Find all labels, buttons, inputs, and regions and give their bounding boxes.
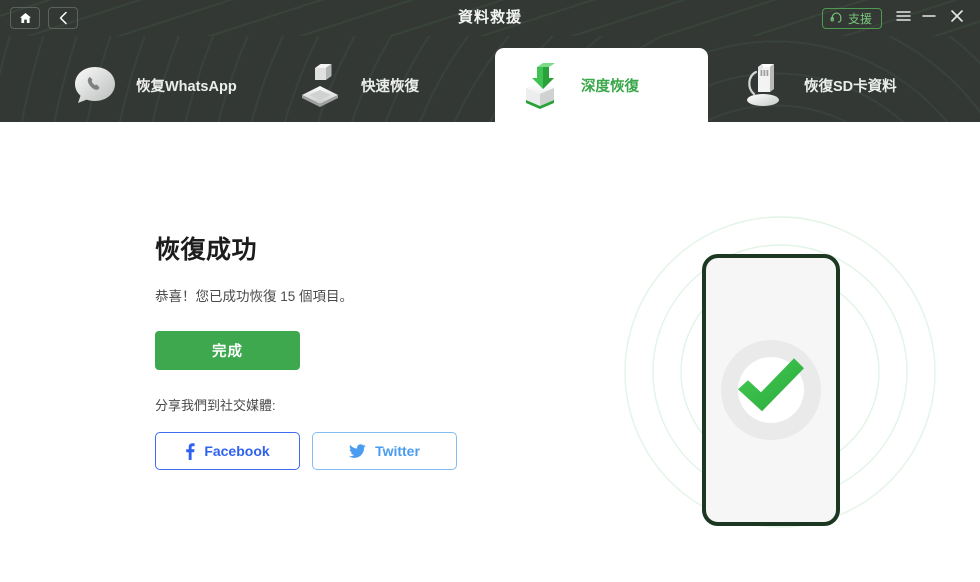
tab-recover-whatsapp[interactable]: 恢复WhatsApp — [50, 48, 255, 122]
support-label: 支援 — [847, 11, 872, 26]
success-headline: 恢復成功 — [155, 236, 258, 264]
tab-label: 恢復SD卡資料 — [804, 78, 897, 95]
tab-label: 深度恢復 — [581, 78, 639, 95]
share-prompt-label: 分享我們到社交媒體: — [155, 398, 276, 413]
tab-deep-recovery[interactable]: 深度恢復 — [495, 48, 708, 122]
checkmark-icon — [728, 345, 814, 431]
social-share-row: Facebook Twitter — [155, 432, 575, 470]
headset-icon — [830, 11, 843, 26]
tab-label: 恢复WhatsApp — [136, 78, 237, 95]
support-button[interactable]: 支援 — [821, 8, 882, 29]
main-content: 恢復成功 恭喜！您已成功恢復 15 個項目。 完成 分享我們到社交媒體: Fac… — [0, 122, 980, 582]
tab-bar: 恢复WhatsApp 快速恢復 深度恢復 恢復SD卡資料 — [0, 36, 980, 122]
title-bar: 資料救援 支援 — [0, 0, 980, 36]
success-subtext: 恭喜！您已成功恢復 15 個項目。 — [155, 289, 354, 304]
phone-frame — [702, 254, 840, 526]
success-panel: 恢復成功 恭喜！您已成功恢復 15 個項目。 完成 分享我們到社交媒體: Fac… — [155, 230, 575, 470]
menu-button[interactable] — [892, 8, 914, 28]
facebook-share-button[interactable]: Facebook — [155, 432, 300, 470]
twitter-share-button[interactable]: Twitter — [312, 432, 457, 470]
close-icon — [950, 9, 964, 28]
whatsapp-phone-bubble-icon — [68, 58, 122, 112]
twitter-label: Twitter — [375, 443, 420, 459]
twitter-bird-icon — [349, 444, 366, 458]
done-button[interactable]: 完成 — [155, 331, 300, 370]
phone-success-checkmark-illustration — [615, 207, 945, 537]
sd-card-icon — [736, 58, 790, 112]
deep-recovery-box-arrow-icon — [513, 58, 567, 112]
facebook-icon — [185, 442, 195, 460]
minimize-button[interactable] — [918, 8, 940, 28]
tab-label: 快速恢復 — [361, 78, 419, 95]
hamburger-menu-icon — [895, 9, 911, 27]
tab-recover-sd-card[interactable]: 恢復SD卡資料 — [718, 48, 915, 122]
close-button[interactable] — [946, 8, 968, 28]
quick-recovery-scanner-icon — [293, 58, 347, 112]
minimize-icon — [922, 9, 936, 27]
tab-quick-recovery[interactable]: 快速恢復 — [275, 48, 437, 122]
facebook-label: Facebook — [204, 443, 270, 459]
app-window: 資料救援 支援 恢复WhatsApp 快速恢復 深度恢復 恢復SD卡資料 恢復成… — [0, 0, 980, 582]
